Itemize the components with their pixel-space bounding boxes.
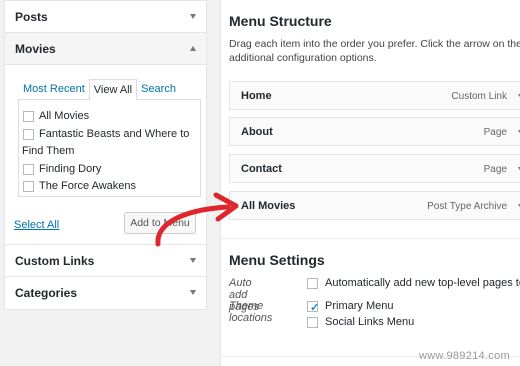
accordion-custom-links-label: Custom Links — [15, 253, 95, 268]
menu-settings-title: Menu Settings — [229, 252, 325, 268]
chevron-up-icon — [190, 46, 196, 51]
menu-item-all-movies[interactable]: All Movies Post Type Archive — [229, 191, 520, 220]
checkbox-checked[interactable]: ✓ — [307, 301, 320, 314]
checkbox[interactable] — [307, 317, 318, 328]
menu-structure-desc-line1: Drag each item into the order you prefer… — [229, 38, 520, 50]
checkbox[interactable] — [307, 278, 318, 289]
accordion-categories[interactable]: Categories — [5, 277, 206, 309]
menu-item-title: All Movies — [241, 200, 296, 212]
red-arrow-annotation — [155, 192, 239, 247]
menu-structure-panel: Menu Structure Drag each item into the o… — [220, 0, 520, 366]
theme-locations-label: Theme locations — [229, 300, 273, 324]
accordion-movies-label: Movies — [15, 41, 56, 56]
checkbox[interactable] — [23, 163, 34, 175]
primary-menu-label: Primary Menu — [325, 300, 394, 312]
primary-menu-option[interactable]: ✓ Primary Menu — [307, 300, 394, 314]
checklist-item[interactable]: Finding Dory — [23, 161, 195, 179]
menu-item-title: Contact — [241, 163, 282, 175]
movies-checklist: All Movies Fantastic Beasts and Where to… — [18, 99, 201, 197]
menu-item-type: Page — [483, 127, 507, 138]
checklist-item[interactable]: Fantastic Beasts and Where to — [23, 126, 195, 144]
chevron-down-icon — [190, 258, 196, 263]
accordion-posts[interactable]: Posts — [5, 1, 206, 33]
accordion-categories-label: Categories — [15, 286, 78, 300]
social-links-label: Social Links Menu — [325, 316, 415, 328]
menu-item-title: About — [241, 126, 273, 138]
checkbox[interactable] — [23, 111, 34, 122]
chevron-down-icon — [190, 14, 196, 19]
menu-item-home[interactable]: Home Custom Link — [229, 81, 520, 110]
menu-item-type: Page — [483, 164, 507, 175]
checkmark-icon: ✓ — [310, 302, 320, 314]
checklist-item[interactable]: All Movies — [23, 108, 195, 126]
menu-item-contact[interactable]: Contact Page — [229, 154, 520, 183]
menu-item-title: Home — [241, 90, 272, 102]
auto-add-option-label: Automatically add new top-level pages to… — [325, 277, 520, 289]
movies-tabs: Most Recent View All Search — [19, 79, 180, 101]
accordion-posts-label: Posts — [15, 9, 48, 24]
tab-most-recent[interactable]: Most Recent — [19, 79, 89, 101]
menu-item-about[interactable]: About Page — [229, 117, 520, 146]
checklist-item-label: Fantastic Beasts and Where to — [39, 127, 190, 140]
select-all-link[interactable]: Select All — [14, 219, 59, 231]
checklist-item-label: All Movies — [39, 110, 90, 122]
checkbox[interactable] — [23, 128, 34, 140]
checklist-item-label: The Force Awakens — [39, 180, 137, 192]
tab-view-all[interactable]: View All — [88, 79, 138, 101]
auto-add-option[interactable]: Automatically add new top-level pages to… — [307, 277, 520, 289]
checkbox[interactable] — [23, 181, 34, 192]
divider — [221, 238, 520, 239]
menu-item-type: Post Type Archive — [427, 201, 507, 212]
tab-search[interactable]: Search — [137, 79, 180, 101]
menu-structure-desc-line2: additional configuration options. — [229, 52, 377, 64]
watermark: www.989214.com — [418, 350, 510, 362]
social-links-option[interactable]: Social Links Menu — [307, 316, 414, 328]
menu-item-type: Custom Link — [451, 91, 507, 102]
chevron-down-icon — [190, 290, 196, 295]
checklist-item-label: Find Them — [22, 145, 75, 157]
checklist-item-label: Finding Dory — [39, 162, 102, 175]
checklist-items: All Movies Fantastic Beasts and Where to… — [22, 108, 195, 196]
accordion-movies[interactable]: Movies — [5, 33, 206, 65]
menu-structure-title: Menu Structure — [229, 13, 332, 29]
